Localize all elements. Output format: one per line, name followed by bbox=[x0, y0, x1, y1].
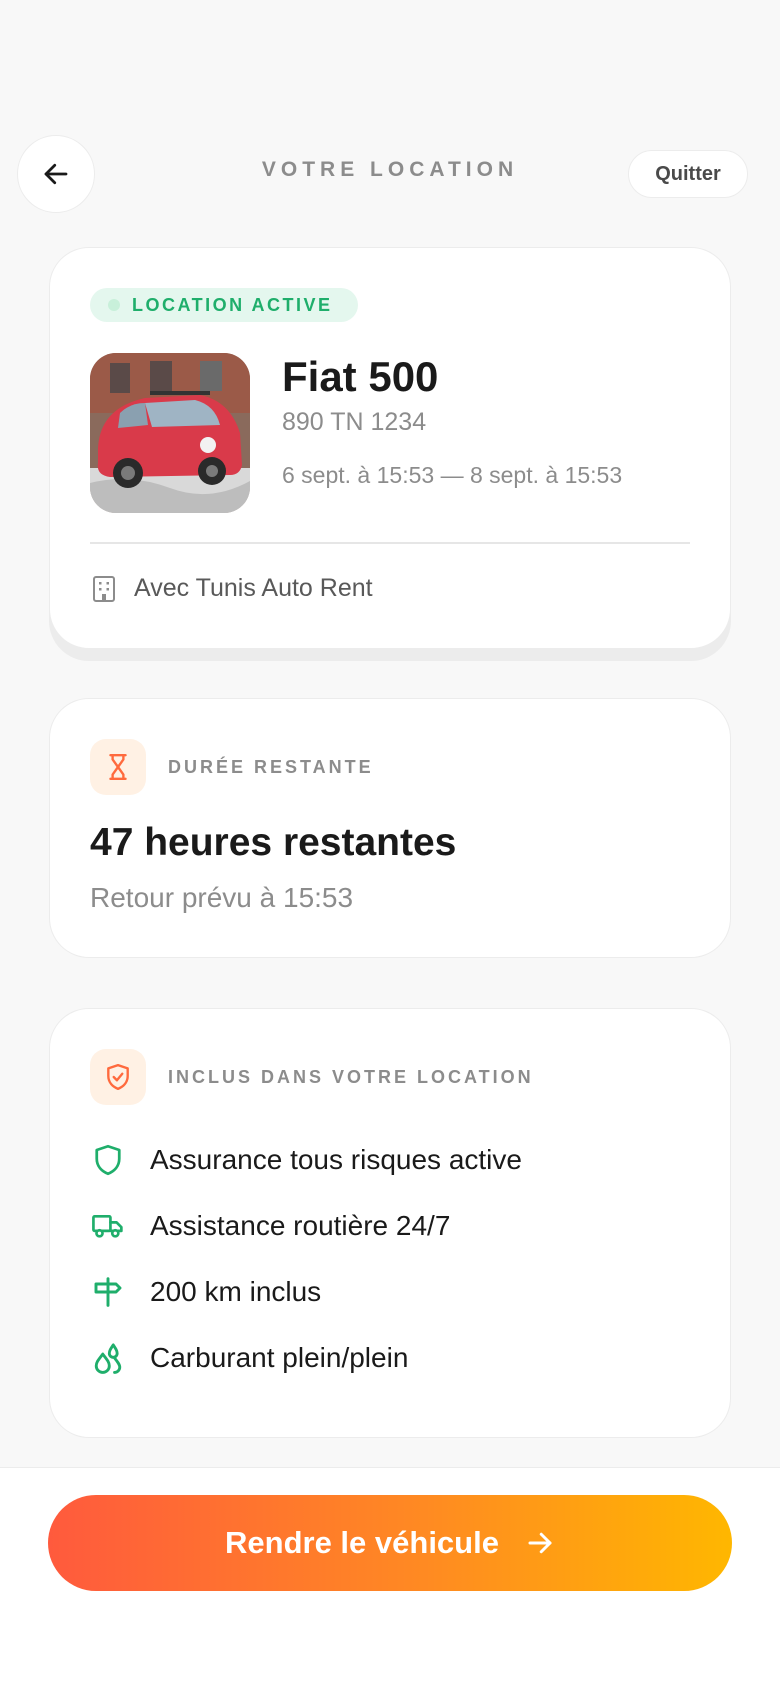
bottom-action-bar: Rendre le véhicule bbox=[0, 1467, 780, 1688]
car-photo bbox=[90, 353, 250, 513]
feature-label: 200 km inclus bbox=[150, 1276, 322, 1307]
signpost-icon bbox=[90, 1274, 126, 1310]
car-name: Fiat 500 bbox=[282, 353, 439, 400]
status-badge: LOCATION ACTIVE bbox=[90, 288, 358, 322]
status-dot-icon bbox=[108, 299, 120, 311]
rental-screen: VOTRE LOCATION Quitter LOCATION ACTIVE F… bbox=[0, 0, 780, 1688]
arrow-right-icon bbox=[528, 1532, 552, 1554]
list-item: Carburant plein/plein bbox=[90, 1325, 522, 1391]
feature-label: Assistance routière 24/7 bbox=[150, 1210, 451, 1241]
quit-button[interactable]: Quitter bbox=[628, 150, 748, 198]
included-icon-box bbox=[90, 1049, 146, 1105]
included-card: INCLUS DANS VOTRE LOCATION Assurance tou… bbox=[49, 1008, 731, 1438]
truck-icon bbox=[90, 1208, 126, 1244]
duration-icon-box bbox=[90, 739, 146, 795]
shield-check-icon bbox=[107, 1063, 129, 1091]
status-badge-label: LOCATION ACTIVE bbox=[132, 294, 333, 315]
return-vehicle-button[interactable]: Rendre le véhicule bbox=[48, 1495, 732, 1591]
list-item: Assurance tous risques active bbox=[90, 1127, 522, 1193]
duration-label: DURÉE RESTANTE bbox=[168, 757, 374, 777]
list-item: Assistance routière 24/7 bbox=[90, 1193, 522, 1259]
included-label: INCLUS DANS VOTRE LOCATION bbox=[168, 1067, 534, 1087]
hourglass-icon bbox=[109, 753, 127, 781]
fuel-drops-icon bbox=[90, 1340, 126, 1376]
included-list: Assurance tous risques active Assistance… bbox=[90, 1127, 522, 1391]
feature-label: Carburant plein/plein bbox=[150, 1342, 409, 1373]
remaining-time: 47 heures restantes bbox=[90, 821, 457, 864]
list-item: 200 km inclus bbox=[90, 1259, 522, 1325]
rental-company: Avec Tunis Auto Rent bbox=[134, 574, 373, 602]
feature-label: Assurance tous risques active bbox=[150, 1144, 522, 1175]
return-time: Retour prévu à 15:53 bbox=[90, 882, 354, 913]
return-vehicle-label: Rendre le véhicule bbox=[225, 1525, 499, 1560]
building-icon bbox=[93, 576, 115, 602]
shield-icon bbox=[90, 1142, 126, 1178]
rental-card[interactable]: LOCATION ACTIVE Fiat 500 890 TN 1234 6 s… bbox=[49, 247, 731, 649]
duration-card: DURÉE RESTANTE 47 heures restantes Retou… bbox=[49, 698, 731, 958]
car-plate: 890 TN 1234 bbox=[282, 408, 427, 436]
rental-dates: 6 sept. à 15:53 — 8 sept. à 15:53 bbox=[282, 462, 623, 488]
divider bbox=[90, 542, 690, 544]
